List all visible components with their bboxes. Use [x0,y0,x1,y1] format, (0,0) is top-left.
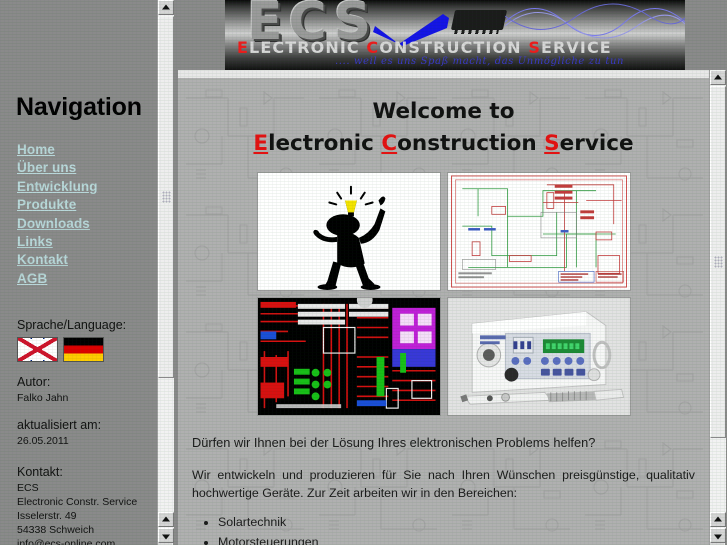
welcome-initial: E [253,131,269,156]
device-photo-drawing [448,298,629,415]
scrollbar-grip-icon [714,256,723,268]
triangle-down-icon [162,534,170,539]
browser-page: Navigation Home Über uns Entwicklung Pro… [0,0,727,545]
subtitle-part: LECTRONIC [249,38,367,57]
schematic-drawing [450,175,627,288]
welcome-line-2: Electronic Construction Service [178,129,709,158]
main-content-frame: Welcome to Electronic Construction Servi… [178,70,709,545]
idea-man-figure-icon [312,185,385,290]
sine-waves-graphic [505,3,685,39]
author-label: Autor: [17,375,51,389]
content-body: Dürfen wir Ihnen bei der Lösung Ihres el… [192,434,695,502]
contact-line: 54338 Schweich [17,524,95,536]
image-gallery [256,172,631,416]
sidebar-item-ueber-uns[interactable]: Über uns [17,159,147,177]
triangle-up-icon [162,516,170,521]
contact-line: Electronic Constr. Service [17,496,138,508]
sidebar-item-kontakt[interactable]: Kontakt [17,251,147,269]
welcome-word: lectronic [268,131,382,156]
updated-value: 26.05.2011 [17,435,69,447]
welcome-heading: Welcome to Electronic Construction Servi… [178,97,709,158]
banner-subtitle: ELECTRONIC CONSTRUCTION SERVICE [237,38,677,57]
sidebar-item-produkte[interactable]: Produkte [17,196,147,214]
page-scrollbar[interactable] [709,70,726,545]
intro-paragraph: Wir entwickeln und produzieren für Sie n… [192,468,695,500]
scroll-down-button[interactable] [158,528,174,543]
scrollbar-thumb[interactable] [710,86,726,438]
welcome-line-1: Welcome to [372,99,515,124]
sidebar-item-links[interactable]: Links [17,233,147,251]
sidebar: Navigation Home Über uns Entwicklung Pro… [0,0,152,545]
subtitle-part: S [528,38,541,57]
list-item: Motorsteuerungen [218,533,709,545]
triangle-up-icon [162,4,170,9]
navigation-title: Navigation [16,93,142,121]
circuit-schematic-image[interactable] [446,172,631,291]
inner-frame-scrollbar[interactable] [157,0,174,545]
scrollbar-grip-icon [162,191,171,203]
language-flags [17,337,126,362]
device-photo-image[interactable] [446,297,631,416]
contact-email[interactable]: info@ecs-online.com [17,537,137,545]
welcome-word: ervice [559,131,634,156]
scroll-down-button[interactable] [710,528,726,543]
language-section: Sprache/Language: [17,318,126,362]
subtitle-part: ONSTRUCTION [379,38,529,57]
navigation-links: Home Über uns Entwicklung Produkte Downl… [17,141,147,288]
sidebar-item-home[interactable]: Home [17,141,147,159]
uk-flag-icon[interactable] [17,337,58,362]
site-banner: E C S ELECTRONIC CONSTRUCTION SERVICE ....… [225,0,685,70]
sidebar-item-agb[interactable]: AGB [17,270,147,288]
welcome-word: onstruction [397,131,545,156]
pcb-layout-drawing [258,298,439,415]
content-top-band [178,70,709,78]
subtitle-part: E [237,38,250,57]
welcome-initial: C [381,131,398,156]
content-inner: Welcome to Electronic Construction Servi… [178,78,709,545]
services-list: Solartechnik Motorsteuerungen [178,513,709,545]
pcb-layout-image[interactable] [256,297,441,416]
germany-flag-icon[interactable] [63,337,104,362]
triangle-up-icon [714,74,722,79]
welcome-initial: S [544,131,560,156]
author-value: Falko Jahn [17,392,69,404]
author-section: Autor: Falko Jahn [17,375,68,405]
scrollbar-thumb[interactable] [158,16,174,378]
banner-tagline: .... weil es uns Spaß macht, das Unmögli… [335,56,625,67]
subtitle-part: C [366,38,380,57]
sidebar-item-downloads[interactable]: Downloads [17,215,147,233]
language-label: Sprache/Language: [17,318,127,332]
triangle-up-icon [714,516,722,521]
scroll-up-button-bottom[interactable] [158,512,174,527]
sidebar-item-entwicklung[interactable]: Entwicklung [17,178,147,196]
scroll-up-button-bottom[interactable] [710,512,726,527]
triangle-down-icon [714,534,722,539]
updated-label: aktualisiert am: [17,418,102,432]
contact-label: Kontakt: [17,465,63,479]
contact-line: Isselerstr. 49 [17,510,77,522]
intro-question: Dürfen wir Ihnen bei der Lösung Ihres el… [192,435,596,450]
contact-section: Kontakt: ECS Electronic Constr. Service … [17,465,137,545]
subtitle-part: ERVICE [540,38,612,57]
updated-section: aktualisiert am: 26.05.2011 [17,418,101,448]
list-item: Solartechnik [218,513,709,532]
ic-chip-icon [450,10,508,30]
scroll-up-button[interactable] [158,0,174,15]
contact-line: ECS [17,482,39,494]
idea-man-illustration[interactable] [256,172,441,291]
scroll-up-button[interactable] [710,70,726,85]
